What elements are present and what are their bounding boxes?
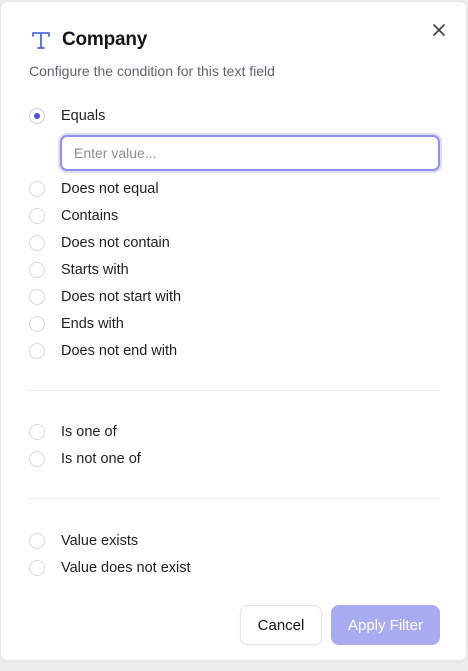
option-is-not-one-of[interactable]: Is not one of bbox=[29, 445, 141, 472]
value-input[interactable] bbox=[60, 135, 440, 171]
radio-value-does-not-exist[interactable] bbox=[29, 559, 45, 576]
option-label: Does not contain bbox=[61, 234, 170, 251]
option-does-not-start-with[interactable]: Does not start with bbox=[29, 283, 181, 310]
option-label: Does not equal bbox=[61, 180, 159, 197]
option-label: Is not one of bbox=[61, 450, 141, 467]
radio-contains[interactable] bbox=[29, 207, 45, 224]
radio-does-not-equal[interactable] bbox=[29, 180, 45, 197]
radio-starts-with[interactable] bbox=[29, 261, 45, 278]
text-type-icon bbox=[29, 28, 53, 52]
section-divider bbox=[29, 498, 440, 499]
option-value-exists[interactable]: Value exists bbox=[29, 527, 191, 554]
radio-equals[interactable] bbox=[29, 107, 45, 124]
text-condition-group-rest: Does not equal Contains Does not contain… bbox=[29, 175, 181, 364]
filter-condition-dialog: Company Configure the condition for this… bbox=[1, 2, 466, 660]
radio-does-not-end-with[interactable] bbox=[29, 342, 45, 359]
apply-filter-button[interactable]: Apply Filter bbox=[331, 605, 440, 645]
close-button[interactable] bbox=[429, 20, 449, 40]
close-icon bbox=[433, 24, 445, 36]
option-ends-with[interactable]: Ends with bbox=[29, 310, 181, 337]
option-does-not-contain[interactable]: Does not contain bbox=[29, 229, 181, 256]
list-condition-group: Is one of Is not one of bbox=[29, 418, 141, 472]
cancel-button[interactable]: Cancel bbox=[240, 605, 322, 645]
radio-does-not-contain[interactable] bbox=[29, 234, 45, 251]
option-label: Starts with bbox=[61, 261, 129, 278]
option-label: Does not start with bbox=[61, 288, 182, 305]
option-starts-with[interactable]: Starts with bbox=[29, 256, 181, 283]
option-label: Value exists bbox=[61, 532, 139, 549]
option-is-one-of[interactable]: Is one of bbox=[29, 418, 141, 445]
dialog-header: Company bbox=[29, 28, 147, 52]
section-divider bbox=[29, 390, 440, 391]
option-label: Is one of bbox=[61, 423, 117, 440]
option-does-not-end-with[interactable]: Does not end with bbox=[29, 337, 181, 364]
option-contains[interactable]: Contains bbox=[29, 202, 181, 229]
option-label: Ends with bbox=[61, 315, 124, 332]
option-label: Contains bbox=[61, 207, 119, 224]
option-value-does-not-exist[interactable]: Value does not exist bbox=[29, 554, 191, 581]
option-equals[interactable]: Equals bbox=[29, 102, 105, 129]
radio-ends-with[interactable] bbox=[29, 315, 45, 332]
radio-value-exists[interactable] bbox=[29, 532, 45, 549]
text-condition-group: Equals bbox=[29, 102, 105, 129]
radio-is-not-one-of[interactable] bbox=[29, 450, 45, 467]
radio-is-one-of[interactable] bbox=[29, 423, 45, 440]
option-label: Equals bbox=[61, 107, 106, 124]
option-does-not-equal[interactable]: Does not equal bbox=[29, 175, 181, 202]
dialog-title: Company bbox=[62, 29, 148, 50]
radio-does-not-start-with[interactable] bbox=[29, 288, 45, 305]
option-label: Value does not exist bbox=[61, 559, 191, 576]
dialog-subtitle: Configure the condition for this text fi… bbox=[29, 63, 275, 79]
option-label: Does not end with bbox=[61, 342, 178, 359]
existence-condition-group: Value exists Value does not exist bbox=[29, 527, 191, 581]
